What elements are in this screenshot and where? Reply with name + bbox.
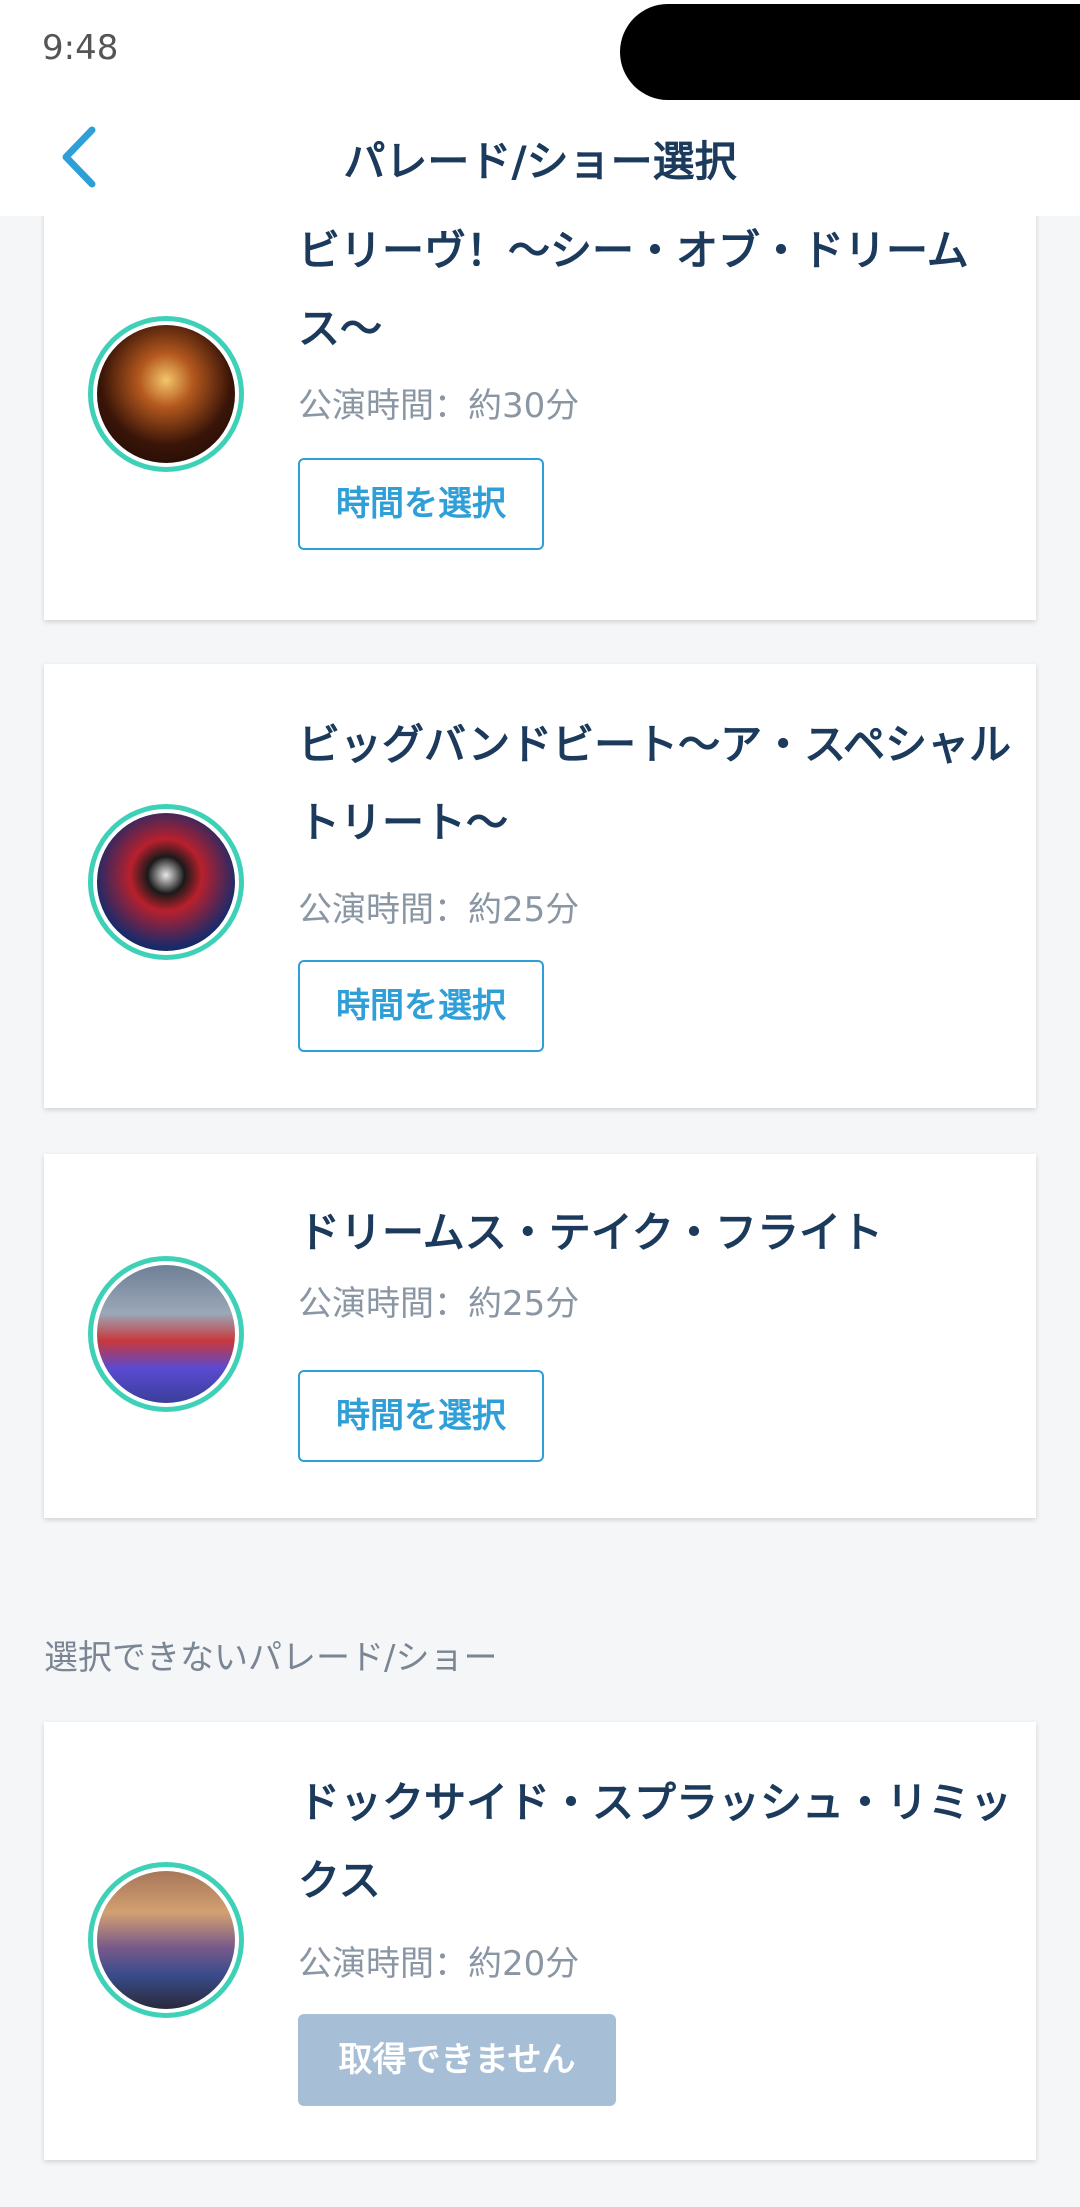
show-thumbnail	[88, 1862, 244, 2018]
show-thumbnail	[88, 316, 244, 472]
show-duration: 公演時間：約20分	[298, 1944, 580, 1984]
status-time: 9:48	[42, 28, 119, 68]
section-label-unavailable: 選択できないパレード/ショー	[44, 1638, 498, 1678]
app-header: パレード/ショー選択	[0, 100, 1080, 216]
select-time-button[interactable]: 時間を選択	[298, 960, 544, 1052]
show-card: ビッグバンドビート〜ア・スペシャルトリート〜 公演時間：約25分 時間を選択	[44, 664, 1036, 1108]
unavailable-button: 取得できません	[298, 2014, 616, 2106]
show-duration: 公演時間：約30分	[298, 386, 580, 426]
show-duration: 公演時間：約25分	[298, 890, 580, 930]
redaction-mark	[620, 4, 1080, 100]
status-bar: 9:48	[0, 0, 1080, 100]
show-duration: 公演時間：約25分	[298, 1284, 580, 1324]
show-card: ドリームス・テイク・フライト 公演時間：約25分 時間を選択	[44, 1154, 1036, 1518]
show-thumbnail	[88, 1256, 244, 1412]
select-time-button[interactable]: 時間を選択	[298, 1370, 544, 1462]
show-title: ビッグバンドビート〜ア・スペシャルトリート〜	[298, 720, 1012, 847]
show-card-unavailable: ドックサイド・スプラッシュ・リミックス 公演時間：約20分 取得できません	[44, 1722, 1036, 2160]
show-card: ビリーヴ！〜シー・オブ・ドリームス〜 公演時間：約30分 時間を選択	[44, 200, 1036, 620]
show-title: ドリームス・テイク・フライト	[298, 1208, 884, 1257]
show-thumbnail	[88, 804, 244, 960]
page-title: パレード/ショー選択	[343, 137, 737, 186]
show-title: ドックサイド・スプラッシュ・リミックス	[298, 1778, 1013, 1905]
select-time-button[interactable]: 時間を選択	[298, 458, 544, 550]
show-title: ビリーヴ！〜シー・オブ・ドリームス〜	[298, 226, 969, 353]
